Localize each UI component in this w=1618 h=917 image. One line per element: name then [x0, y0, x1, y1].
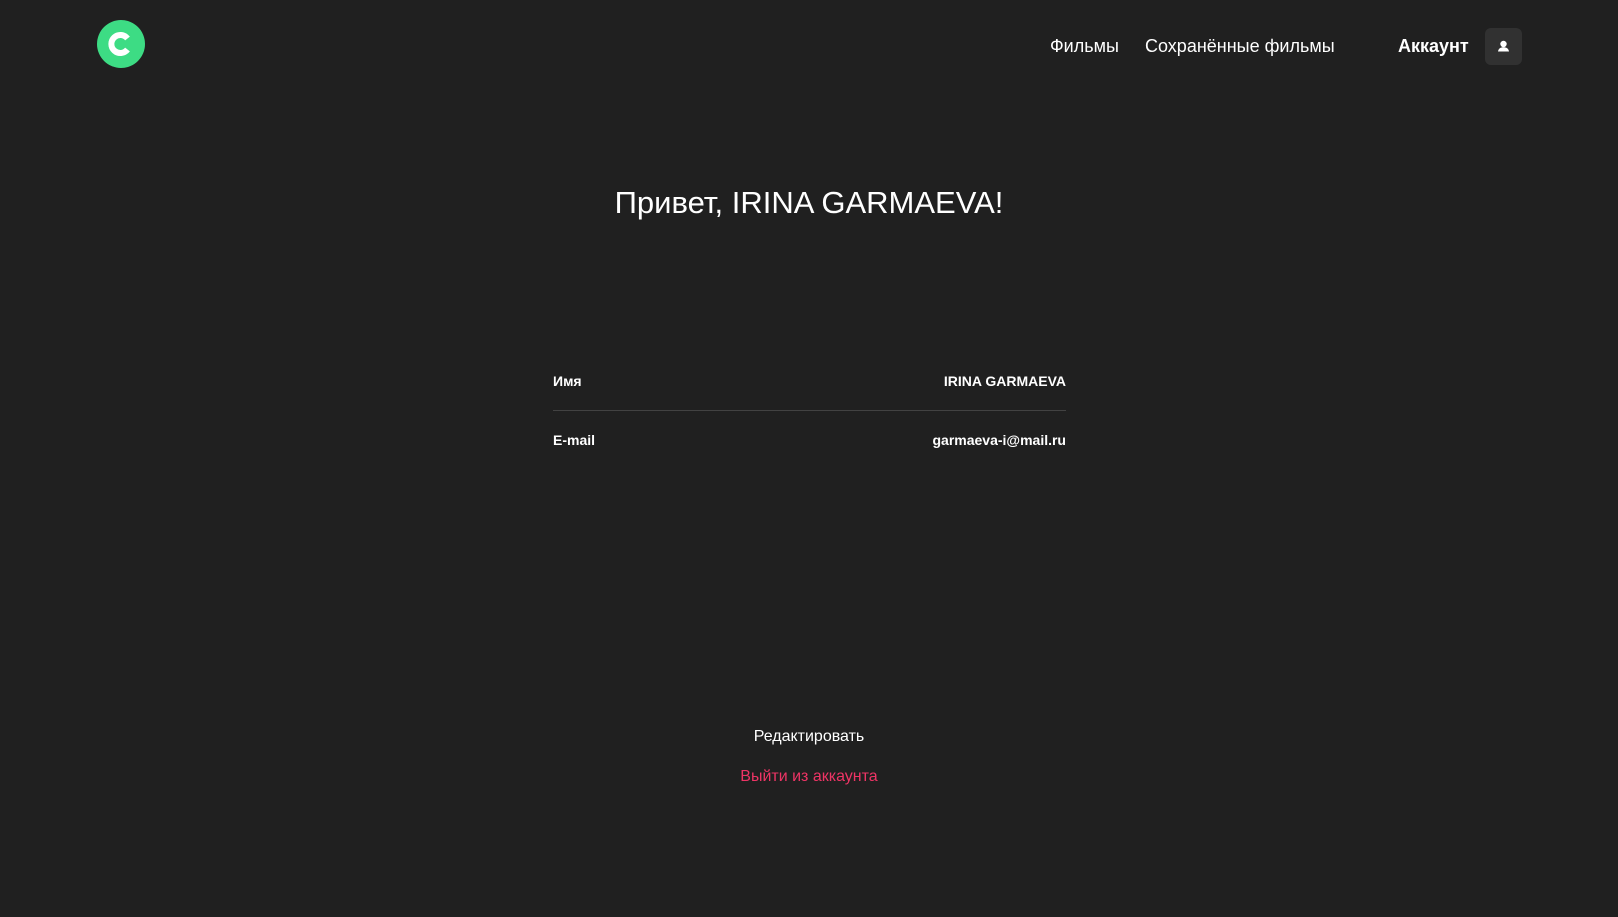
email-value: garmaeva-i@mail.ru: [932, 432, 1067, 448]
nav-saved-films-link[interactable]: Сохранённые фильмы: [1145, 35, 1335, 57]
name-value: IRINA GARMAEVA: [943, 373, 1066, 389]
logo-c-icon: [108, 32, 130, 56]
nav-films-link[interactable]: Фильмы: [1050, 35, 1119, 57]
profile-info: Имя IRINA GARMAEVA E-mail garmaeva-i@mai…: [553, 372, 1066, 449]
name-label: Имя: [553, 373, 582, 389]
profile-row-name: Имя IRINA GARMAEVA: [553, 372, 1066, 411]
header: Фильмы Сохранённые фильмы Аккаунт: [0, 0, 1618, 95]
nav-account-link[interactable]: Аккаунт: [1398, 35, 1469, 57]
page-title: Привет, IRINA GARMAEVA!: [614, 185, 1004, 220]
logo-link[interactable]: [97, 20, 145, 68]
logout-button[interactable]: Выйти из аккаунта: [0, 767, 1618, 787]
account-button[interactable]: [1485, 28, 1522, 65]
profile-row-email: E-mail garmaeva-i@mail.ru: [553, 411, 1066, 449]
email-label: E-mail: [553, 432, 596, 448]
edit-profile-button[interactable]: Редактировать: [0, 727, 1618, 747]
user-icon: [1498, 40, 1509, 52]
